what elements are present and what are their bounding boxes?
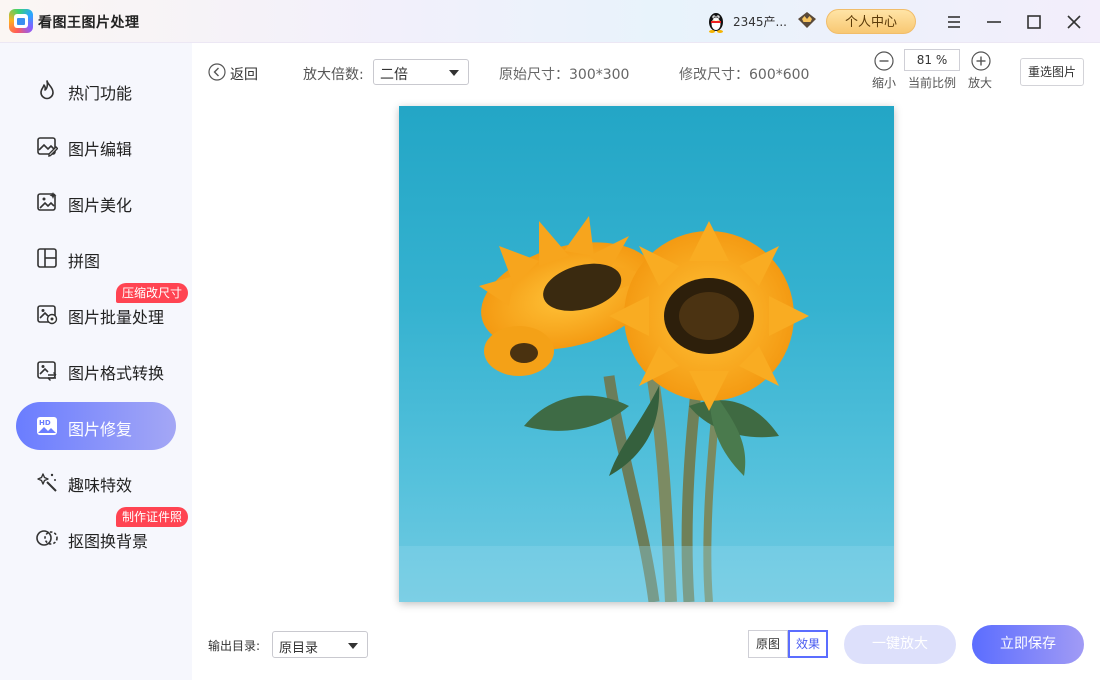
sidebar-item-label: 拼图 — [68, 252, 101, 271]
qq-penguin-icon[interactable] — [706, 9, 726, 33]
sidebar-item-label: 趣味特效 — [68, 476, 133, 495]
sidebar-item-image-convert[interactable]: 图片格式转换 — [16, 346, 176, 394]
zoom-in-icon[interactable] — [971, 51, 991, 71]
image-edit-icon — [37, 137, 58, 157]
zoom-ratio-label: 当前比例 — [908, 76, 957, 90]
output-directory-label: 输出目录: — [208, 639, 261, 653]
personal-center-button[interactable]: 个人中心 — [826, 9, 916, 34]
sidebar: 热门功能 图片编辑 图片美化 拼图 图片批量处理 压缩改尺寸 图片格式转换 HD… — [0, 43, 192, 680]
menu-icon[interactable] — [942, 10, 966, 34]
output-directory-value: 原目录 — [279, 641, 319, 656]
back-label: 返回 — [230, 67, 258, 83]
maximize-icon[interactable] — [1022, 10, 1046, 34]
sidebar-item-label: 图片格式转换 — [68, 364, 165, 383]
app-title: 看图王图片处理 — [38, 15, 140, 31]
sidebar-item-fun-effects[interactable]: 趣味特效 — [16, 458, 176, 506]
compress-resize-badge: 压缩改尺寸 — [116, 283, 189, 303]
image-batch-icon — [37, 305, 58, 325]
hd-image-icon: HD — [37, 417, 57, 435]
magic-wand-icon — [37, 473, 57, 492]
original-size: 原始尺寸：300*300 — [499, 67, 630, 83]
svg-text:HD: HD — [39, 419, 51, 427]
cutout-icon — [36, 530, 58, 546]
sidebar-item-label: 抠图换背景 — [68, 532, 149, 551]
id-photo-badge: 制作证件照 — [116, 507, 189, 527]
sidebar-item-image-beautify[interactable]: 图片美化 — [16, 178, 176, 226]
sidebar-item-image-edit[interactable]: 图片编辑 — [16, 122, 176, 170]
image-beautify-icon — [37, 192, 57, 211]
image-convert-icon — [37, 361, 57, 381]
view-original-button[interactable]: 原图 — [748, 630, 788, 658]
view-effect-button[interactable]: 效果 — [788, 630, 828, 658]
username[interactable]: 2345产... — [733, 13, 787, 30]
zoom-out-icon[interactable] — [874, 51, 894, 71]
scale-factor-label: 放大倍数: — [303, 67, 364, 83]
app-logo-icon — [9, 9, 33, 33]
reselect-image-button[interactable]: 重选图片 — [1020, 58, 1084, 86]
zoom-out-label: 缩小 — [872, 76, 897, 90]
sidebar-item-collage[interactable]: 拼图 — [16, 234, 176, 282]
title-bar: 看图王图片处理 2345产... 个人中心 — [0, 0, 1100, 43]
scale-factor-select[interactable]: 二倍 — [373, 59, 469, 85]
sidebar-item-label: 图片批量处理 — [68, 308, 165, 327]
sidebar-item-hot-features[interactable]: 热门功能 — [16, 66, 176, 114]
collage-icon — [37, 248, 57, 268]
minimize-icon[interactable] — [982, 10, 1006, 34]
zoom-ratio-input[interactable]: 81 % — [904, 49, 960, 71]
one-click-enlarge-button[interactable]: 一键放大 — [844, 625, 956, 664]
back-arrow-icon — [208, 63, 226, 81]
chevron-down-icon — [449, 70, 459, 76]
sidebar-item-label: 图片修复 — [68, 420, 133, 439]
scale-factor-value: 二倍 — [380, 67, 408, 83]
crown-icon[interactable] — [796, 10, 818, 30]
zoom-in-label: 放大 — [968, 76, 993, 90]
save-now-button[interactable]: 立即保存 — [972, 625, 1084, 664]
sidebar-item-label: 图片美化 — [68, 196, 133, 215]
sidebar-item-label: 图片编辑 — [68, 140, 133, 159]
chevron-down-icon — [348, 643, 358, 649]
image-preview[interactable] — [399, 106, 894, 602]
close-icon[interactable] — [1062, 10, 1086, 34]
output-directory-select[interactable]: 原目录 — [272, 631, 368, 658]
sidebar-item-label: 热门功能 — [68, 84, 133, 103]
flame-icon — [40, 80, 54, 100]
modified-size: 修改尺寸：600*600 — [679, 67, 810, 83]
sunflower-photo — [399, 216, 894, 602]
sidebar-item-image-repair[interactable]: HD 图片修复 — [16, 402, 176, 450]
